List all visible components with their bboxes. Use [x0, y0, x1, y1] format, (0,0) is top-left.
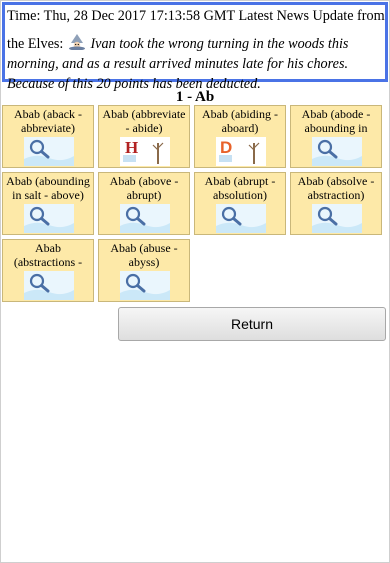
magnifier-icon: [24, 271, 74, 300]
return-button[interactable]: Return: [118, 307, 386, 341]
magnifier-icon: [24, 204, 74, 233]
letter-d-tree-icon: D: [216, 137, 266, 166]
news-source-label: the Elves:: [7, 36, 64, 52]
magnifier-icon: [312, 204, 362, 233]
news-banner: Time: Thu, 28 Dec 2017 17:13:58 GMT Late…: [2, 2, 388, 92]
tile-label: Abab (abode - abounding in milk): [301, 107, 371, 149]
tile-label: Abab (abuse - abyss): [110, 241, 178, 269]
tile-abode-abounding-in-milk[interactable]: Abab (abode - abounding in milk): [290, 105, 382, 168]
tile-label: Abab (absolve - abstraction): [297, 174, 375, 202]
news-timestamp-line: Time: Thu, 28 Dec 2017 17:13:58 GMT Late…: [7, 8, 385, 24]
tile-abrupt-absolution[interactable]: Abab (abrupt - absolution): [194, 172, 286, 235]
tile-label: Abab (above - abrupt): [109, 174, 179, 202]
tile-abstractions-abuse[interactable]: Abab (abstractions - abuse): [2, 239, 94, 302]
tile-absolve-abstraction[interactable]: Abab (absolve - abstraction): [290, 172, 382, 235]
magnifier-icon: [312, 137, 362, 166]
svg-text:H: H: [125, 138, 138, 157]
section-title: 1 - Ab: [175, 89, 215, 105]
tile-abuse-abyss[interactable]: Abab (abuse - abyss): [98, 239, 190, 302]
tile-label: Abab (abiding - aboard): [202, 107, 278, 135]
news-body: the Elves: Ivan took the wrong turning i…: [7, 34, 385, 94]
tile-label: Abab (aback - abbreviate): [14, 107, 82, 135]
tile-abounding-in-salt-above[interactable]: Abab (abounding in salt - above): [2, 172, 94, 235]
tile-aback-abbreviate[interactable]: Abab (aback - abbreviate): [2, 105, 94, 168]
magnifier-icon: [216, 204, 266, 233]
tile-abbreviate-abide[interactable]: Abab (abbreviate - abide) H: [98, 105, 190, 168]
magnifier-icon: [120, 271, 170, 300]
magnifier-icon: [24, 137, 74, 166]
tile-label: Abab (abounding in salt - above): [6, 174, 90, 202]
tile-label: Abab (abrupt - absolution): [204, 174, 276, 202]
tile-above-abrupt[interactable]: Abab (above - abrupt): [98, 172, 190, 235]
letter-h-tree-icon: H: [120, 137, 170, 166]
magnifier-icon: [120, 204, 170, 233]
tile-label: Abab (abstractions - abuse): [13, 241, 83, 283]
tile-label: Abab (abbreviate - abide): [102, 107, 186, 135]
tile-abiding-aboard[interactable]: Abab (abiding - aboard) D: [194, 105, 286, 168]
svg-text:D: D: [220, 138, 232, 157]
elf-icon: [67, 34, 87, 51]
